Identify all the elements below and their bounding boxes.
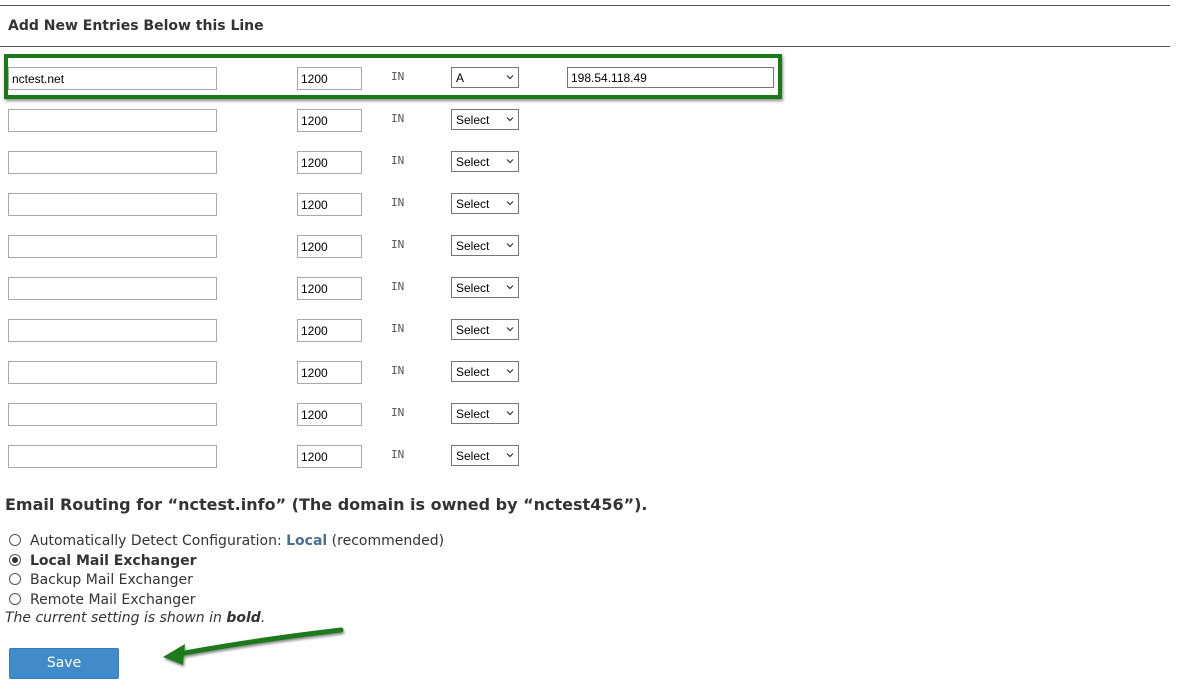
arrow-annotation <box>163 627 344 665</box>
name-input[interactable] <box>8 67 217 90</box>
chevron-down-icon <box>506 453 514 458</box>
class-label: IN <box>391 448 405 461</box>
entry-row: IN Select <box>0 151 800 175</box>
chevron-down-icon <box>506 327 514 332</box>
entry-row: IN Select <box>0 109 800 133</box>
type-select-value: Select <box>456 197 490 211</box>
name-input[interactable] <box>8 277 217 300</box>
dns-zone-editor-page: Add New Entries Below this Line IN A IN Sel… <box>0 0 1195 682</box>
radio-auto-label: Automatically Detect Configuration: Loca… <box>30 533 445 549</box>
radio-remote[interactable] <box>9 593 21 605</box>
chevron-down-icon <box>506 411 514 416</box>
class-label: IN <box>391 238 405 251</box>
section-title: Add New Entries Below this Line <box>8 18 264 34</box>
email-routing-heading: Email Routing for “nctest.info” (The dom… <box>5 495 648 514</box>
type-select-value: Select <box>456 365 490 379</box>
type-select-value: Select <box>456 155 490 169</box>
ttl-input[interactable] <box>297 403 362 426</box>
name-input[interactable] <box>8 319 217 342</box>
ttl-input[interactable] <box>297 151 362 174</box>
class-label: IN <box>391 364 405 377</box>
type-select[interactable]: Select <box>451 403 519 424</box>
local-link[interactable]: Local <box>286 533 327 549</box>
entries-divider <box>0 46 1170 47</box>
chevron-down-icon <box>506 75 514 80</box>
name-input[interactable] <box>8 361 217 384</box>
radio-backup-label: Backup Mail Exchanger <box>30 572 193 588</box>
type-select[interactable]: Select <box>451 151 519 172</box>
type-select[interactable]: Select <box>451 445 519 466</box>
class-label: IN <box>391 112 405 125</box>
radio-auto[interactable] <box>9 534 21 546</box>
entry-row: IN Select <box>0 361 800 385</box>
entry-row: IN Select <box>0 235 800 259</box>
ttl-input[interactable] <box>297 361 362 384</box>
chevron-down-icon <box>506 369 514 374</box>
radio-local-label: Local Mail Exchanger <box>30 553 197 569</box>
entry-row: IN A <box>0 67 800 91</box>
name-input[interactable] <box>8 403 217 426</box>
type-select-value: Select <box>456 113 490 127</box>
ttl-input[interactable] <box>297 277 362 300</box>
ttl-input[interactable] <box>297 109 362 132</box>
ttl-input[interactable] <box>297 445 362 468</box>
type-select-value: Select <box>456 449 490 463</box>
type-select[interactable]: Select <box>451 277 519 298</box>
type-select[interactable]: A <box>451 67 519 88</box>
type-select-value: A <box>456 71 465 85</box>
chevron-down-icon <box>506 285 514 290</box>
type-select[interactable]: Select <box>451 319 519 340</box>
name-input[interactable] <box>8 151 217 174</box>
class-label: IN <box>391 196 405 209</box>
radio-remote-label: Remote Mail Exchanger <box>30 592 196 608</box>
chevron-down-icon <box>506 159 514 164</box>
type-select[interactable]: Select <box>451 193 519 214</box>
entry-row: IN Select <box>0 193 800 217</box>
class-label: IN <box>391 322 405 335</box>
type-select-value: Select <box>456 281 490 295</box>
type-select-value: Select <box>456 323 490 337</box>
type-select-value: Select <box>456 239 490 253</box>
class-label: IN <box>391 406 405 419</box>
class-label: IN <box>391 154 405 167</box>
record-value-input[interactable] <box>567 67 774 88</box>
save-button[interactable]: Save <box>9 648 119 679</box>
ttl-input[interactable] <box>297 193 362 216</box>
class-label: IN <box>391 70 405 83</box>
class-label: IN <box>391 280 405 293</box>
entry-row: IN Select <box>0 277 800 301</box>
name-input[interactable] <box>8 235 217 258</box>
type-select-value: Select <box>456 407 490 421</box>
name-input[interactable] <box>8 109 217 132</box>
radio-local[interactable] <box>9 554 21 566</box>
chevron-down-icon <box>506 201 514 206</box>
radio-backup[interactable] <box>9 573 21 585</box>
entry-row: IN Select <box>0 403 800 427</box>
type-select[interactable]: Select <box>451 235 519 256</box>
type-select[interactable]: Select <box>451 361 519 382</box>
entry-row: IN Select <box>0 319 800 343</box>
ttl-input[interactable] <box>297 319 362 342</box>
chevron-down-icon <box>506 243 514 248</box>
entry-row: IN Select <box>0 445 800 469</box>
type-select[interactable]: Select <box>451 109 519 130</box>
ttl-input[interactable] <box>297 235 362 258</box>
ttl-input[interactable] <box>297 67 362 90</box>
chevron-down-icon <box>506 117 514 122</box>
top-divider <box>0 5 1170 6</box>
name-input[interactable] <box>8 445 217 468</box>
name-input[interactable] <box>8 193 217 216</box>
